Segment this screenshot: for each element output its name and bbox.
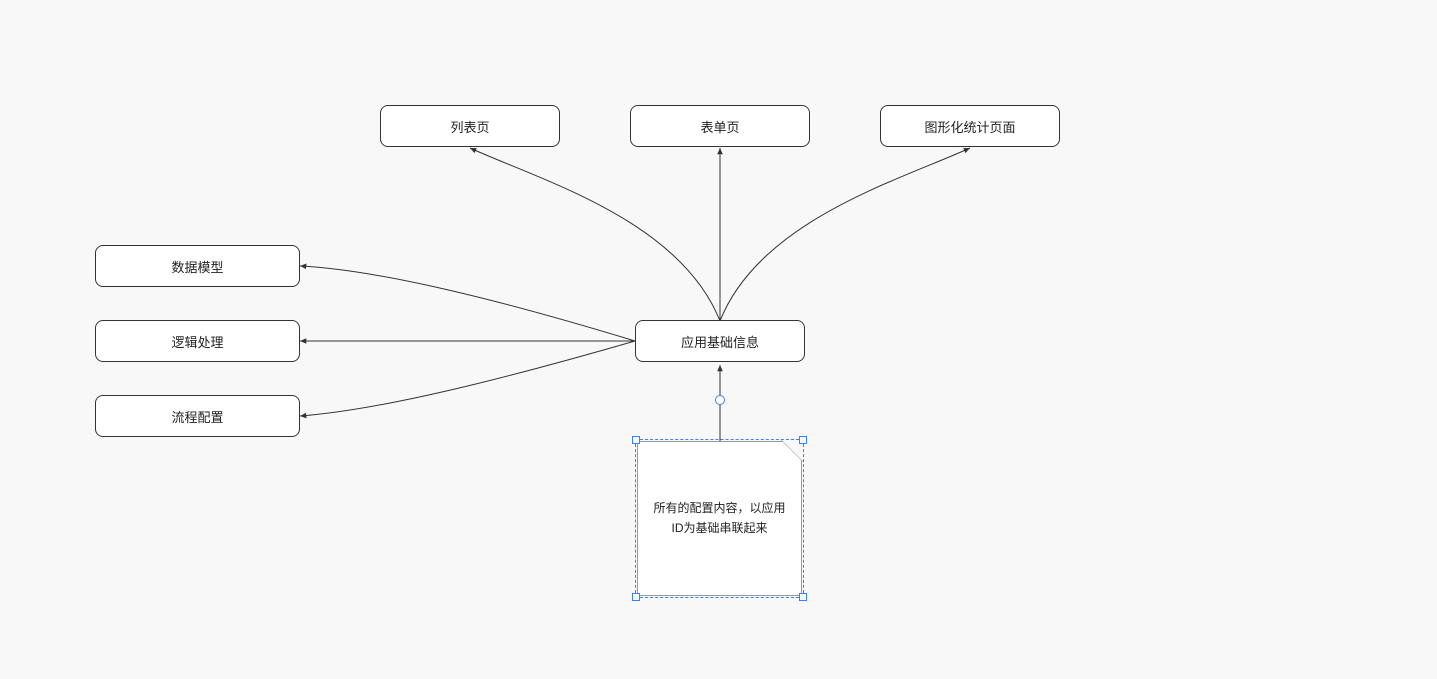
node-app-base-info[interactable]: 应用基础信息 [635, 320, 805, 362]
edge-to-list-page [470, 148, 720, 321]
resize-handle-ne[interactable] [799, 436, 807, 444]
node-data-model[interactable]: 数据模型 [95, 245, 300, 287]
note-text: 所有的配置内容，以应用ID为基础串联起来 [650, 499, 789, 537]
node-label: 列表页 [450, 117, 489, 136]
node-flow-config[interactable]: 流程配置 [95, 395, 300, 437]
node-label: 表单页 [700, 117, 739, 136]
node-label: 应用基础信息 [681, 332, 759, 351]
resize-handle-se[interactable] [799, 593, 807, 601]
edge-to-data-model [300, 266, 635, 341]
node-label: 逻辑处理 [171, 332, 223, 351]
edge-to-flow-config [300, 341, 635, 416]
node-label: 图形化统计页面 [924, 117, 1015, 136]
connection-port-top[interactable] [715, 395, 725, 405]
resize-handle-sw[interactable] [632, 593, 640, 601]
edge-to-chart-page [720, 148, 970, 321]
node-label: 数据模型 [171, 257, 223, 276]
node-form-page[interactable]: 表单页 [630, 105, 810, 147]
diagram-canvas[interactable]: 列表页 表单页 图形化统计页面 数据模型 逻辑处理 流程配置 应用基础信息 所有… [0, 0, 1437, 679]
resize-handle-nw[interactable] [632, 436, 640, 444]
node-list-page[interactable]: 列表页 [380, 105, 560, 147]
node-logic-process[interactable]: 逻辑处理 [95, 320, 300, 362]
node-label: 流程配置 [171, 407, 223, 426]
note-selected[interactable]: 所有的配置内容，以应用ID为基础串联起来 [637, 441, 802, 596]
node-chart-page[interactable]: 图形化统计页面 [880, 105, 1060, 147]
